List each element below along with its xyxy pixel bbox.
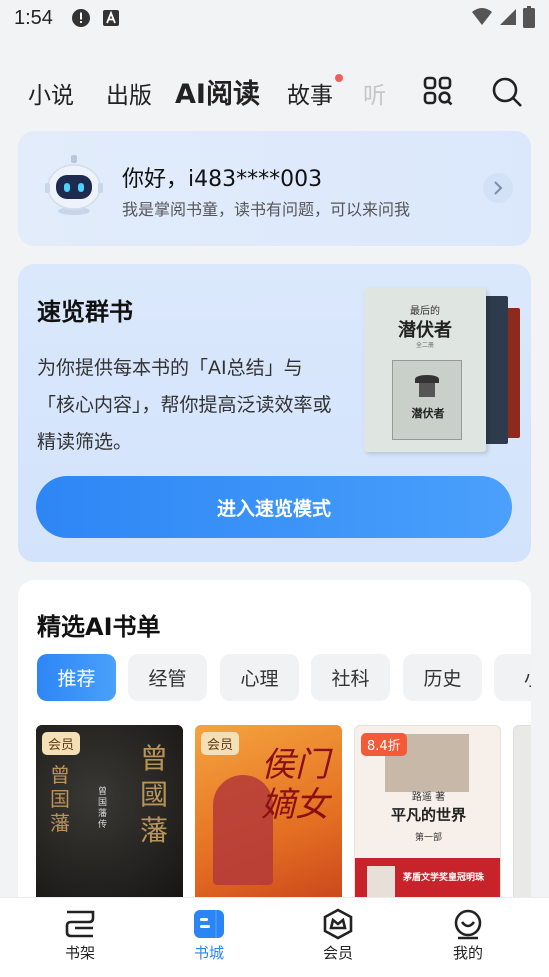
font-icon [101,8,121,28]
stacked-cover-dark [484,296,508,444]
nav-membership[interactable]: 会员 [288,898,388,977]
bottom-nav: 书架 书城 会员 我的 [0,897,549,977]
search-icon[interactable] [491,76,523,112]
greeting-title: 你好，i483****003 [122,167,323,192]
discount-badge: 8.4折 [361,733,407,756]
robot-avatar-icon [44,153,104,217]
speed-read-title: 速览群书 [37,298,133,326]
greeting-card[interactable]: 你好，i483****003 我是掌阅书童，读书有问题，可以来问我 [18,131,531,246]
nav-mine[interactable]: 我的 [418,898,518,977]
book-card[interactable]: 侯门嫡女 会员 [195,725,342,905]
book-banner-text: 茅盾文学奖皇冠明珠 [403,873,485,883]
notification-dot [335,74,343,82]
wifi-icon [471,7,493,32]
nav-bookshelf[interactable]: 书架 [30,898,130,977]
speed-read-book-cover: 最后的 潜伏者 全二册 潜伏者 [364,288,520,452]
vip-badge: 会员 [201,732,240,755]
nav-membership-label: 会员 [322,944,353,962]
grid-search-icon[interactable] [423,76,453,110]
cover-box-title: 潜伏者 [411,407,445,420]
chip-social-science[interactable]: 社科 [311,654,390,701]
book-cover-title: 侯门嫡女 [261,745,329,825]
book-volume: 第一部 [414,833,442,843]
book-card[interactable]: 曾國藩 曾国藩 曾国藩传 会员 [36,725,183,905]
book-author: 曾国藩传 [98,787,108,830]
alert-icon [71,8,91,28]
greeting-subtitle: 我是掌阅书童，读书有问题，可以来问我 [122,200,411,219]
book-spine-title: 曾国藩 [50,763,70,835]
category-chips: 推荐 经管 心理 社科 历史 小 [37,654,531,702]
cover-figure [419,383,435,397]
book-cover-title: 平凡的世界 [390,806,466,824]
cover-hat [415,375,439,383]
tab-publish[interactable]: 出版 [106,76,152,110]
bookshelf-icon [65,910,95,938]
nav-mine-label: 我的 [452,944,483,962]
ai-booklist-title: 精选AI书单 [37,613,161,641]
book-cover-title: 曾國藩 [140,742,169,847]
status-time: 1:54 [14,6,53,29]
crown-icon [323,908,353,940]
book-author: 路遥 著 [411,792,446,803]
cover-volume: 全二册 [415,342,434,349]
tab-ai-read[interactable]: AI阅读 [175,72,260,111]
nav-bookstore[interactable]: 书城 [159,898,259,977]
book-card[interactable] [513,725,531,905]
speed-read-description: 为你提供每本书的「AI总结」与「核心内容」，帮你提高泛读效率或精读筛选。 [37,357,332,453]
chip-psychology[interactable]: 心理 [220,654,299,701]
enter-speed-mode-button[interactable]: 进入速览模式 [36,476,512,538]
status-bar: 1:54 [0,0,549,36]
cover-front: 最后的 潜伏者 全二册 潜伏者 [364,288,486,452]
tab-novel[interactable]: 小说 [28,76,74,110]
top-nav: 小说 出版 AI阅读 故事 听 [0,66,549,118]
chip-management[interactable]: 经管 [128,654,207,701]
tab-listen[interactable]: 听 [363,76,386,110]
book-card[interactable]: 路遥 著 平凡的世界 第一部 茅盾文学奖皇冠明珠 8.4折 [354,725,501,905]
profile-icon [454,909,482,940]
battery-icon [523,6,535,33]
chip-more[interactable]: 小 [494,654,531,701]
bookstore-icon [194,910,224,938]
speed-read-card: 速览群书 为你提供每本书的「AI总结」与「核心内容」，帮你提高泛读效率或精读筛选… [18,264,531,562]
chip-history[interactable]: 历史 [403,654,482,701]
vip-badge: 会员 [42,732,81,755]
chevron-right-icon[interactable] [483,173,513,203]
nav-bookshelf-label: 书架 [64,944,95,962]
cover-box-illustration: 潜伏者 [392,360,462,440]
tab-story[interactable]: 故事 [287,76,333,110]
nav-bookstore-label: 书城 [193,944,224,962]
cover-line1: 最后的 [410,306,440,317]
signal-icon [499,7,517,32]
cover-title: 潜伏者 [398,320,452,341]
chip-recommend[interactable]: 推荐 [37,654,116,701]
